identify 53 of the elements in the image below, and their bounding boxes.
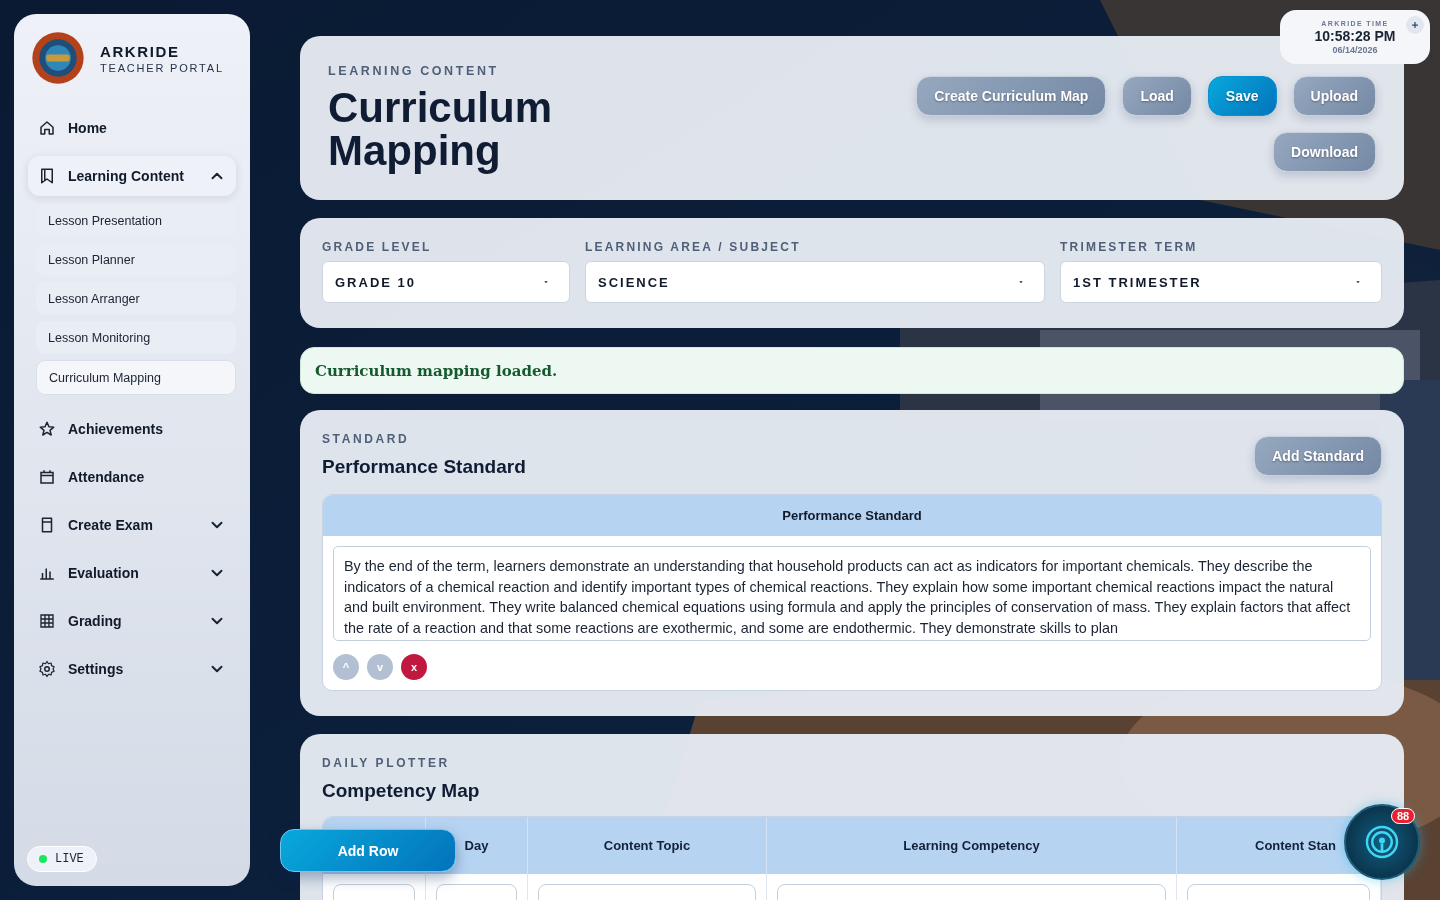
nav-label: Evaluation (68, 565, 140, 581)
select-field[interactable]: 1ST TRIMESTER (1060, 261, 1382, 303)
nav-item[interactable]: Evaluation (28, 553, 236, 593)
nav-label: Home (68, 120, 108, 136)
book-icon (38, 167, 56, 185)
brand-name: ARKRIDE (100, 42, 181, 60)
section-eyebrow: DAILY PLOTTER (322, 756, 451, 770)
broadcast-icon (1364, 824, 1400, 860)
plus-icon (1410, 20, 1420, 30)
clock-date: 06/14/2026 (1332, 44, 1378, 55)
nav-label: Achievements (68, 421, 164, 437)
notification-badge: 88 (1391, 808, 1416, 824)
nav-item[interactable]: Attendance (28, 457, 236, 497)
nav-label: Grading (68, 613, 123, 629)
page-title: Curriculum Mapping (328, 86, 554, 172)
plus-button[interactable] (1406, 16, 1424, 34)
submenu-item[interactable]: Curriculum Mapping (36, 360, 236, 395)
field-label: LEARNING AREA / SUBJECT (585, 240, 802, 254)
nav-item[interactable]: Achievements (28, 409, 236, 449)
clock-time: 10:58:28 PM (1314, 27, 1396, 44)
delete-button[interactable]: x (401, 654, 427, 680)
text-area[interactable]: By the end of the term, learners demonstrate an understanding that household products can act as indicators for important chemicals. They describe the indicators of a chemical reaction and identify important types of chemical reactions. They explain how some important chemical reactions impact the natural and built environment. They write balanced chemical equations using formula and apply the principles of conservation of mass. They explain factors that affect the rate of a reaction and that some reactions are exothermic, and some are endothermic. They demonstrate skills to plan (333, 546, 1371, 641)
status-message: Curriculum mapping loaded. (300, 347, 1404, 394)
table-header: Learning Competency (767, 817, 1177, 874)
settings-icon (38, 660, 56, 678)
select-field[interactable]: SCIENCE (585, 261, 1045, 303)
status-label: LIVE (55, 852, 84, 866)
field-label: GRADE LEVEL (322, 240, 433, 254)
nav-label: Learning Content (68, 168, 185, 184)
table-header: Performance Standard (323, 495, 1381, 536)
action-button[interactable]: Save (1207, 76, 1277, 116)
section-eyebrow: LEARNING CONTENT (328, 64, 500, 78)
calendar-icon (38, 468, 56, 486)
logo-icon (30, 30, 86, 86)
add-row-button[interactable]: Add Row (280, 829, 456, 872)
nav-label: Attendance (68, 469, 146, 485)
grid-icon (38, 612, 56, 630)
section-title: Performance Standard (322, 456, 526, 478)
section-eyebrow: STANDARD (322, 432, 411, 446)
nav-label: Settings (68, 661, 125, 677)
nav-item[interactable]: Settings (28, 649, 236, 689)
nav-label: Create Exam (68, 517, 154, 533)
nav-item[interactable]: Home (28, 108, 236, 148)
submenu-item[interactable]: Lesson Monitoring (36, 321, 236, 354)
nav-item[interactable]: Create Exam (28, 505, 236, 545)
select-field[interactable]: GRADE 10 (322, 261, 570, 303)
home-icon (38, 119, 56, 137)
nav-item[interactable]: Grading (28, 601, 236, 641)
star-icon (38, 420, 56, 438)
field-label: TRIMESTER TERM (1060, 240, 1199, 254)
brand-subtitle: TEACHER PORTAL (100, 61, 224, 74)
section-title: Competency Map (322, 780, 481, 802)
table-header: Content Topic (528, 817, 767, 874)
